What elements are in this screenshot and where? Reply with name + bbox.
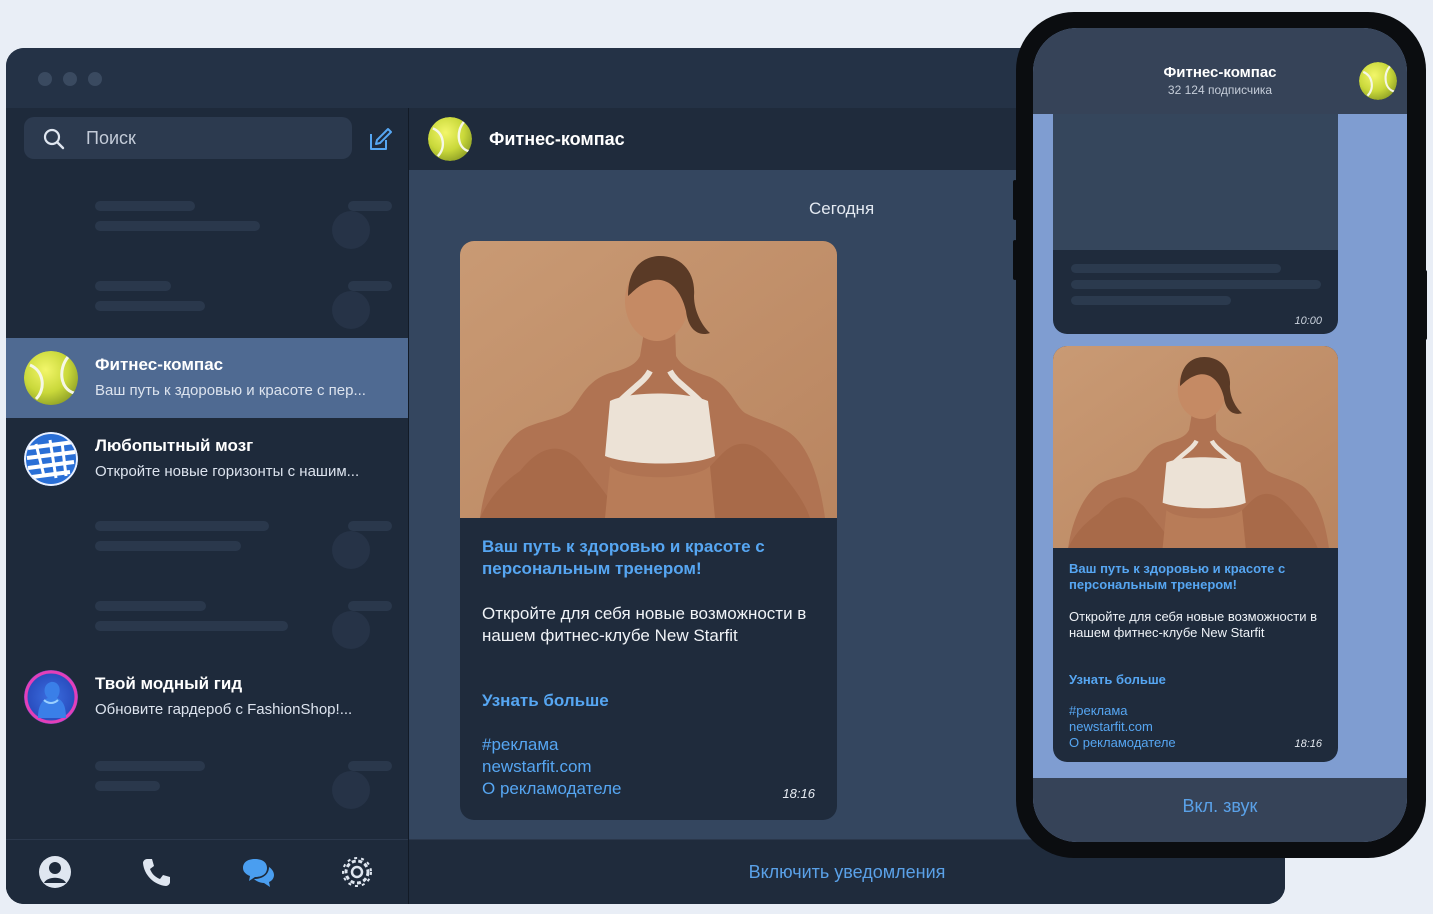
chat-placeholder[interactable] — [6, 577, 408, 657]
hashtag-link[interactable]: #реклама — [482, 735, 559, 755]
profile-icon[interactable] — [37, 854, 73, 890]
phone-volume-button — [1013, 240, 1017, 280]
chat-item-fashion[interactable]: Твой модный гид Обновите гардероб с Fash… — [6, 657, 408, 737]
chat-item-brain[interactable]: Любопытный мозг Откройте новые горизонты… — [6, 419, 408, 499]
about-advertiser-link[interactable]: О рекламодателе — [1069, 735, 1176, 750]
minimize-window-button[interactable] — [63, 72, 77, 86]
fashion-avatar — [24, 670, 78, 724]
skeleton-line — [1071, 280, 1321, 289]
skeleton-line — [95, 541, 241, 551]
chat-preview: Откройте новые горизонты с нашим... — [95, 463, 360, 480]
phone-header: Фитнес-компас 32 124 подписчика — [1033, 28, 1407, 114]
message-time: 18:16 — [782, 786, 815, 801]
phone-icon[interactable] — [138, 854, 174, 890]
phone-volume-button — [1013, 180, 1017, 220]
about-advertiser-link[interactable]: О рекламодателе — [482, 779, 622, 799]
chat-placeholder[interactable] — [6, 177, 408, 257]
chat-placeholder[interactable] — [6, 257, 408, 337]
skeleton-line — [348, 521, 392, 531]
ad-body: Откройте для себя новые возможности в на… — [1069, 609, 1318, 640]
skeleton-line — [348, 601, 392, 611]
chat-name: Твой модный гид — [95, 674, 243, 693]
ad-photo — [1053, 346, 1338, 548]
phone-screen: Фитнес-компас 32 124 подписчика 10:00 Ва… — [1033, 28, 1407, 842]
skeleton-line — [95, 761, 205, 771]
enable-notifications-button[interactable]: Включить уведомления — [409, 862, 1285, 883]
chat-name: Любопытный мозг — [95, 436, 254, 455]
skeleton-line — [1071, 264, 1281, 273]
skeleton-line — [95, 281, 171, 291]
avatar-placeholder — [332, 211, 370, 249]
search-icon — [43, 128, 65, 150]
phone-channel-title[interactable]: Фитнес-компас — [1033, 64, 1407, 81]
chat-preview: Ваш путь к здоровью и красоте с пер... — [95, 382, 366, 399]
phone-side-button — [1423, 270, 1427, 340]
tennis-ball-avatar — [24, 351, 78, 405]
learn-more-link[interactable]: Узнать больше — [1069, 672, 1166, 687]
ad-photo — [460, 241, 837, 518]
skeleton-line — [95, 601, 206, 611]
skeleton-line — [95, 521, 269, 531]
skeleton-line — [348, 281, 392, 291]
ad-headline: Ваш путь к здоровью и красоте с персонал… — [482, 537, 765, 578]
previous-message: 10:00 — [1053, 114, 1338, 334]
chat-title[interactable]: Фитнес-компас — [489, 129, 625, 150]
message-time: 10:00 — [1294, 315, 1322, 327]
message-time: 18:16 — [1294, 738, 1322, 750]
chat-sidebar: Поиск Фитнес-компас Ваш путь к здоровью … — [6, 108, 409, 904]
chat-name: Фитнес-компас — [95, 355, 224, 374]
skeleton-line — [348, 761, 392, 771]
site-link[interactable]: newstarfit.com — [1069, 719, 1153, 734]
bottom-navigation — [6, 839, 408, 904]
learn-more-link[interactable]: Узнать больше — [482, 691, 609, 711]
compose-icon[interactable] — [366, 126, 394, 154]
site-link[interactable]: newstarfit.com — [482, 757, 592, 777]
ad-headline: Ваш путь к здоровью и красоте с персонал… — [1069, 561, 1286, 592]
tennis-ball-avatar[interactable] — [1359, 62, 1397, 100]
phone-ad-message: Ваш путь к здоровью и красоте с персонал… — [1053, 346, 1338, 762]
chat-item-fitness[interactable]: Фитнес-компас Ваш путь к здоровью и крас… — [6, 338, 408, 418]
avatar-placeholder — [332, 611, 370, 649]
chat-preview: Обновите гардероб с FashionShop!... — [95, 701, 353, 718]
search-input[interactable]: Поиск — [24, 117, 352, 159]
maximize-window-button[interactable] — [88, 72, 102, 86]
unmute-button[interactable]: Вкл. звук — [1033, 796, 1407, 817]
tennis-ball-avatar[interactable] — [428, 117, 472, 161]
close-window-button[interactable] — [38, 72, 52, 86]
avatar-placeholder — [332, 771, 370, 809]
subscriber-count: 32 124 подписчика — [1167, 83, 1273, 97]
skeleton-line — [95, 781, 160, 791]
avatar-placeholder — [332, 291, 370, 329]
date-divider: Сегодня — [809, 199, 875, 218]
skeleton-line — [95, 621, 288, 631]
hashtag-link[interactable]: #реклама — [1069, 703, 1128, 718]
chat-placeholder[interactable] — [6, 497, 408, 577]
skeleton-line — [348, 201, 392, 211]
ad-message: Ваш путь к здоровью и красоте с персонал… — [460, 241, 837, 820]
settings-icon[interactable] — [339, 854, 375, 890]
phone-bottom-bar: Вкл. звук — [1033, 778, 1407, 842]
skeleton-line — [95, 221, 260, 231]
search-placeholder: Поиск — [86, 128, 136, 148]
chat-placeholder[interactable] — [6, 737, 408, 817]
skeleton-line — [1071, 296, 1231, 305]
chats-icon[interactable] — [240, 854, 276, 890]
avatar-placeholder — [332, 531, 370, 569]
ad-body: Откройте для себя новые возможности в на… — [482, 604, 807, 645]
skeleton-line — [95, 301, 205, 311]
skeleton-line — [95, 201, 195, 211]
image-placeholder — [1053, 114, 1338, 250]
brain-logo-avatar — [24, 432, 78, 486]
